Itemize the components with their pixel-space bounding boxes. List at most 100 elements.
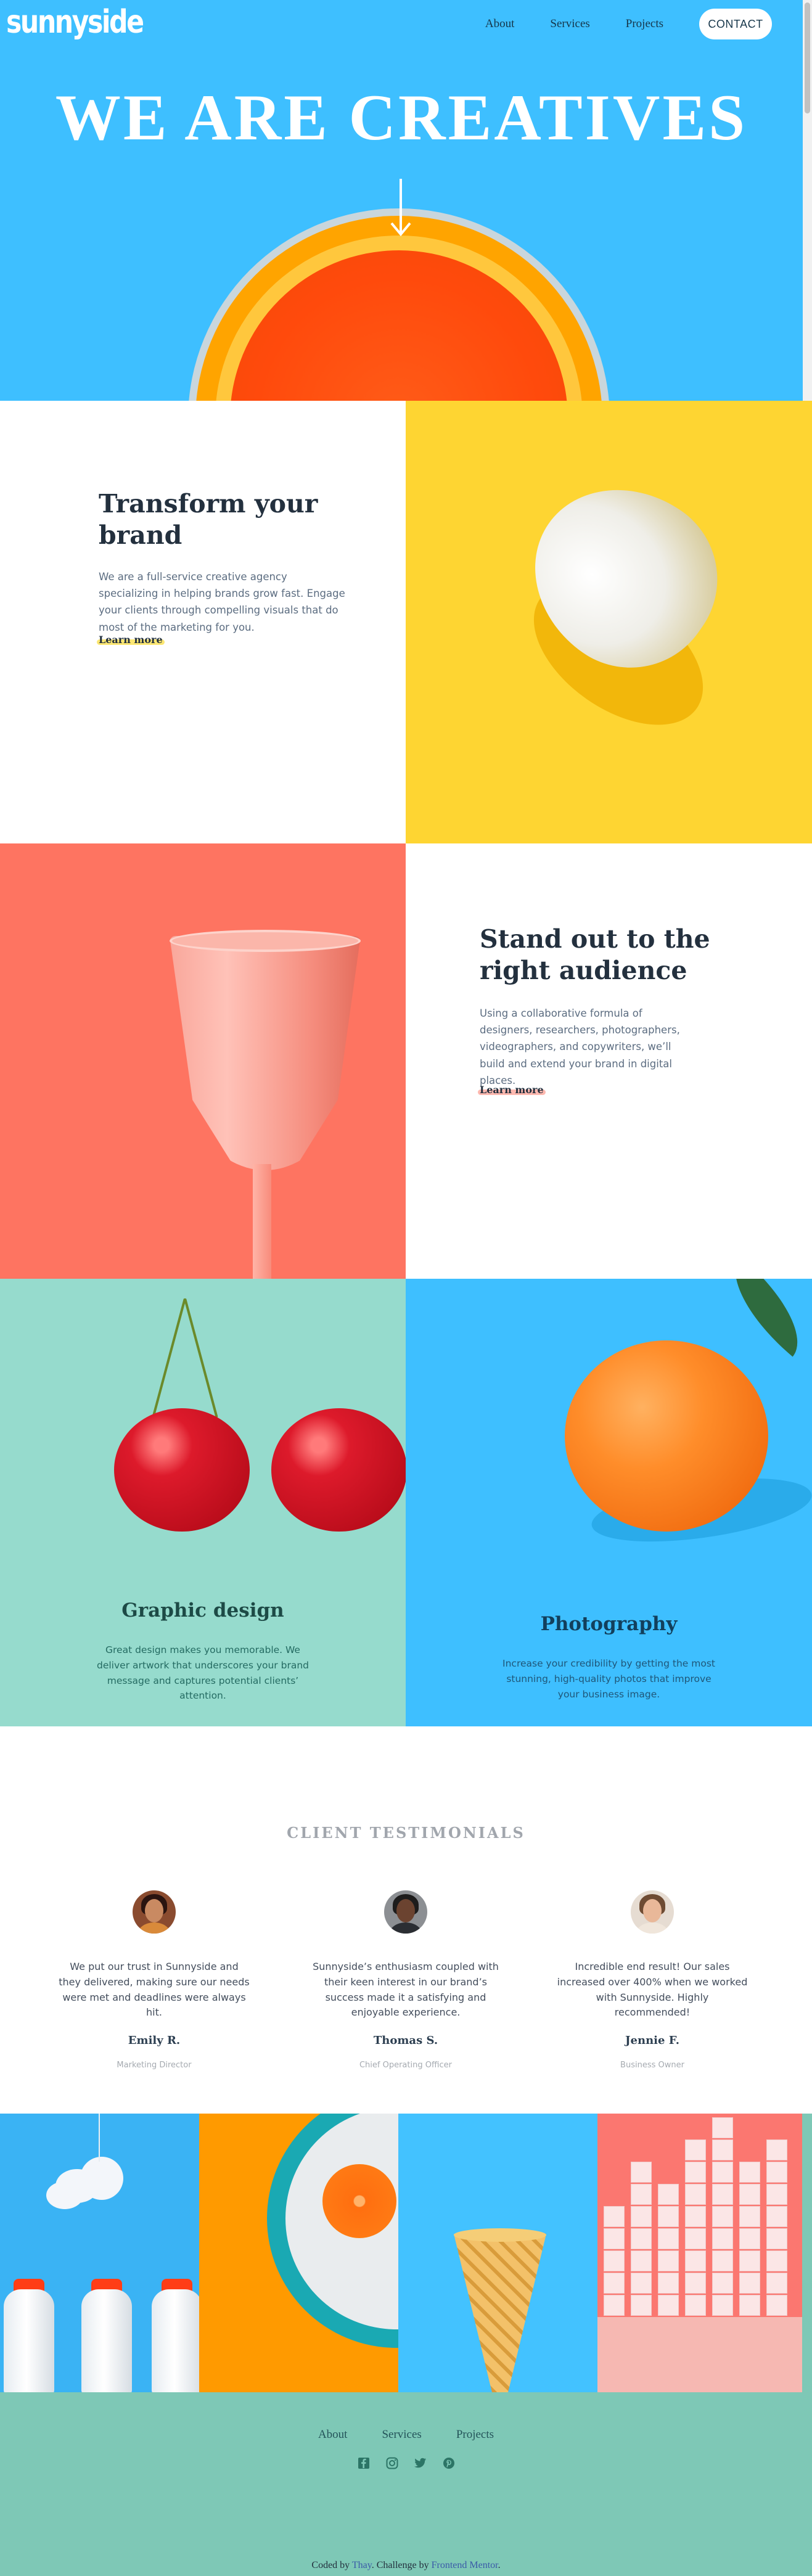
sugar-cube (658, 2250, 679, 2271)
testimonials-section: CLIENT TESTIMONIALS We put our trust in … (0, 1726, 812, 2114)
sugar-cube (712, 2117, 733, 2138)
sugar-cube (712, 2228, 733, 2249)
sugar-cube (658, 2206, 679, 2227)
nav-about-link[interactable]: About (485, 17, 515, 31)
sugar-cube (604, 2206, 625, 2227)
testimonial-quote: Sunnyside’s enthusiasm coupled with thei… (313, 1961, 499, 2019)
sugar-cube (685, 2184, 706, 2205)
sugar-cube (712, 2273, 733, 2294)
footer-about-link[interactable]: About (318, 2428, 348, 2442)
standout-learn-more-label: Learn more (480, 1084, 544, 1096)
nav-services-link[interactable]: Services (550, 17, 589, 31)
sugar-cube (739, 2250, 760, 2271)
transform-title: Transform your brand (99, 489, 318, 550)
sugar-cube (685, 2295, 706, 2316)
hero-section: sunnyside About Services Projects CONTAC… (0, 0, 803, 401)
transform-text: We are a full-service creative agency sp… (99, 571, 345, 633)
instagram-icon[interactable] (385, 2456, 400, 2471)
sugar-cube (685, 2162, 706, 2183)
testimonial-role: Marketing Director (117, 2061, 192, 2070)
egg-image (406, 401, 812, 843)
footer-nav: About Services Projects (0, 2428, 812, 2442)
sunnyside-logo[interactable]: sunnyside (6, 4, 144, 41)
avatar (631, 1890, 674, 1934)
sugar-cube (766, 2295, 787, 2316)
footer: About Services Projects Coded by Thay. C… (0, 2392, 812, 2576)
sugar-cube (712, 2295, 733, 2316)
testimonial-name: Emily R. (128, 2034, 181, 2048)
sugar-cube (604, 2228, 625, 2249)
graphic-design-text: Great design makes you memorable. We del… (97, 1644, 309, 1702)
cherry-image (271, 1408, 406, 1532)
sugar-cube (766, 2228, 787, 2249)
sugar-cube (685, 2273, 706, 2294)
sugar-cube (604, 2273, 625, 2294)
image-gallery (0, 2114, 812, 2392)
sugar-cube (739, 2206, 760, 2227)
nav-projects-link[interactable]: Projects (626, 17, 663, 31)
transform-section: Transform your brand We are a full-servi… (0, 401, 406, 843)
cherry-image (114, 1408, 250, 1532)
sugar-cube (685, 2228, 706, 2249)
testimonial-card: We put our trust in Sunnyside and they d… (59, 1890, 250, 2070)
footer-services-link[interactable]: Services (382, 2428, 421, 2442)
sugar-cube (712, 2184, 733, 2205)
sugar-cube (685, 2206, 706, 2227)
arrow-down-icon[interactable] (390, 179, 411, 238)
testimonial-quote: We put our trust in Sunnyside and they d… (59, 1961, 250, 2019)
contact-button[interactable]: CONTACT (699, 9, 772, 39)
testimonial-role: Business Owner (620, 2061, 684, 2070)
twitter-icon[interactable] (413, 2456, 428, 2471)
standout-text: Using a collaborative formula of designe… (480, 1007, 680, 1086)
sugar-cube (766, 2273, 787, 2294)
sugar-cube (766, 2206, 787, 2227)
sugar-cube (631, 2228, 652, 2249)
gallery-edge (802, 2114, 812, 2392)
scrollbar-thumb[interactable] (805, 2, 810, 113)
author-link[interactable]: Thay (352, 2560, 372, 2570)
sugar-cube (658, 2228, 679, 2249)
testimonials-heading: CLIENT TESTIMONIALS (287, 1824, 525, 1842)
cup-image (0, 843, 406, 1279)
sugar-cube (766, 2162, 787, 2183)
sugar-cube (631, 2295, 652, 2316)
avatar (384, 1890, 427, 1934)
testimonial-name: Thomas S. (373, 2034, 438, 2048)
sugar-cube (739, 2273, 760, 2294)
sugar-cube (658, 2184, 679, 2205)
transform-learn-more-link[interactable]: Learn more (97, 634, 165, 646)
hero-title: WE ARE CREATIVES (55, 81, 748, 154)
photography-card: Photography Increase your credibility by… (406, 1279, 812, 1726)
footer-credits: Coded by Thay. Challenge by Frontend Men… (0, 2560, 812, 2571)
credit-middle: . Challenge by (371, 2560, 429, 2570)
facebook-icon[interactable] (356, 2456, 371, 2471)
gallery-cone-image (398, 2114, 597, 2392)
sugar-cube (631, 2162, 652, 2183)
sugar-cube (712, 2162, 733, 2183)
sugar-cube (739, 2162, 760, 2183)
sugar-cube (631, 2184, 652, 2205)
pinterest-icon[interactable] (441, 2456, 456, 2471)
standout-learn-more-link[interactable]: Learn more (478, 1084, 546, 1096)
cherry-stem (184, 1298, 218, 1418)
credit-prefix: Coded by (311, 2560, 350, 2570)
testimonial-card: Incredible end result! Our sales increas… (557, 1890, 748, 2070)
testimonial-card: Sunnyside’s enthusiasm coupled with thei… (310, 1890, 501, 2070)
gallery-orange-plate-image (199, 2114, 398, 2392)
sugar-cube (658, 2273, 679, 2294)
leaf-image (712, 1279, 812, 1357)
frontend-mentor-link[interactable]: Frontend Mentor (432, 2560, 498, 2570)
testimonial-quote: Incredible end result! Our sales increas… (557, 1961, 748, 2019)
footer-projects-link[interactable]: Projects (456, 2428, 494, 2442)
sugar-cube (712, 2139, 733, 2160)
credit-end: . (498, 2560, 501, 2570)
sugar-cube (604, 2250, 625, 2271)
sugar-cube (631, 2206, 652, 2227)
sugar-cube (631, 2273, 652, 2294)
sugar-cube (739, 2228, 760, 2249)
gallery-milk-bottles-image (0, 2114, 199, 2392)
sugar-cube (766, 2184, 787, 2205)
sugar-cube (685, 2250, 706, 2271)
sugar-cube (631, 2250, 652, 2271)
avatar (133, 1890, 176, 1934)
